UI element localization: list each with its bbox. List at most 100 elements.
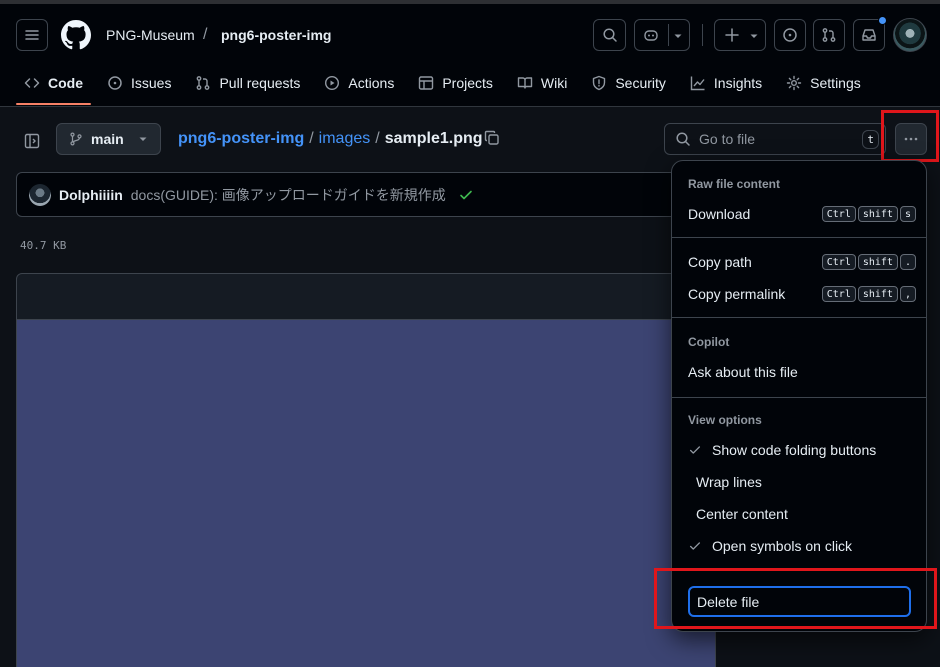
menu-item-label: Wrap lines xyxy=(696,474,762,490)
copy-path-icon[interactable] xyxy=(484,130,500,146)
branch-icon xyxy=(70,132,82,146)
tab-actions[interactable]: Actions xyxy=(316,66,402,100)
file-breadcrumb: png6-poster-img / images / sample1.png xyxy=(178,130,483,148)
key: shift xyxy=(857,286,898,302)
tab-security[interactable]: Security xyxy=(583,66,674,100)
copilot-icon xyxy=(644,30,658,41)
user-avatar[interactable] xyxy=(893,18,927,52)
shortcut-keys: Ctrl shift , xyxy=(820,286,916,302)
global-header: PNG-Museum / png6-poster-img Code Issues xyxy=(0,0,940,107)
menu-item-label: Copy permalink xyxy=(688,286,786,302)
menu-group-title: Copilot xyxy=(688,335,730,349)
menu-item-copy-path[interactable]: Copy path Ctrl shift . xyxy=(688,250,916,274)
issue-icon xyxy=(108,76,122,90)
tab-wiki[interactable]: Wiki xyxy=(509,66,575,100)
code-icon xyxy=(24,78,40,88)
menu-divider xyxy=(672,237,926,238)
menu-item-label: Download xyxy=(688,206,751,222)
key: . xyxy=(899,254,916,270)
tab-pull-requests[interactable]: Pull requests xyxy=(187,66,308,100)
go-to-file-placeholder: Go to file xyxy=(699,131,756,147)
issues-button[interactable] xyxy=(774,19,806,51)
file-options-menu: Raw file content Download Ctrl shift s C… xyxy=(671,160,927,632)
image-preview xyxy=(17,319,715,667)
chevron-down-icon[interactable] xyxy=(673,31,683,41)
author-avatar[interactable] xyxy=(29,183,51,206)
key: shift xyxy=(857,254,898,270)
hamburger-icon xyxy=(25,30,39,40)
tab-code[interactable]: Code xyxy=(16,66,91,105)
check-icon[interactable] xyxy=(458,187,474,203)
highlight-box-delete-file xyxy=(654,568,937,629)
hamburger-menu-button[interactable] xyxy=(16,19,48,51)
menu-item-show-code-folding[interactable]: Show code folding buttons xyxy=(688,438,916,462)
tab-label: Issues xyxy=(131,75,172,91)
tab-label: Settings xyxy=(810,75,861,91)
repo-link[interactable]: png6-poster-img xyxy=(221,27,331,43)
menu-item-label: Copy path xyxy=(688,254,752,270)
key: , xyxy=(899,286,916,302)
file-tree-toggle-button[interactable] xyxy=(18,127,46,155)
file-viewer xyxy=(16,273,716,667)
inbox-button[interactable] xyxy=(853,16,887,51)
tab-settings[interactable]: Settings xyxy=(778,66,869,100)
create-new-button[interactable] xyxy=(714,19,766,51)
breadcrumb-repo-link[interactable]: png6-poster-img xyxy=(178,130,304,148)
pull-requests-button[interactable] xyxy=(813,19,845,51)
go-to-file-input[interactable]: Go to file t xyxy=(664,123,886,155)
menu-item-copy-permalink[interactable]: Copy permalink Ctrl shift , xyxy=(688,282,916,306)
tab-label: Code xyxy=(48,75,83,91)
menu-item-label: Show code folding buttons xyxy=(712,442,877,458)
search-button[interactable] xyxy=(593,19,626,51)
menu-item-download[interactable]: Download Ctrl shift s xyxy=(688,202,916,226)
breadcrumb-current-file: sample1.png xyxy=(384,130,483,147)
key: s xyxy=(899,206,916,222)
menu-item-wrap-lines[interactable]: Wrap lines xyxy=(696,470,916,494)
key: Ctrl xyxy=(821,206,856,222)
graph-icon xyxy=(690,76,705,91)
tab-label: Pull requests xyxy=(219,75,301,91)
pull-request-icon xyxy=(822,28,836,42)
menu-divider xyxy=(672,317,926,318)
breadcrumb-separator: / xyxy=(375,130,380,147)
notification-dot xyxy=(878,16,887,25)
shortcut-keys: Ctrl shift . xyxy=(820,254,916,270)
chevron-down-icon xyxy=(750,34,758,38)
tab-projects[interactable]: Projects xyxy=(410,66,501,100)
tab-label: Security xyxy=(615,75,666,91)
play-icon xyxy=(325,75,340,91)
pull-request-icon xyxy=(197,76,210,90)
menu-item-label: Center content xyxy=(696,506,788,522)
key: shift xyxy=(857,206,898,222)
shortcut-keys: Ctrl shift s xyxy=(820,206,916,222)
menu-group-title: Raw file content xyxy=(688,177,781,191)
tab-insights[interactable]: Insights xyxy=(682,66,770,100)
repo-nav-tabs: Code Issues Pull requests Actions Projec… xyxy=(16,66,877,106)
highlight-box-more-options xyxy=(881,110,939,162)
chevron-down-icon xyxy=(139,137,147,141)
sidebar-expand-icon xyxy=(24,133,40,149)
menu-item-center-content[interactable]: Center content xyxy=(696,502,916,526)
org-link[interactable]: PNG-Museum xyxy=(106,27,195,43)
menu-item-label: Open symbols on click xyxy=(712,538,853,554)
menu-item-open-symbols[interactable]: Open symbols on click xyxy=(688,534,916,558)
breadcrumb-separator: / xyxy=(203,26,208,43)
breadcrumb-folder-link[interactable]: images xyxy=(319,130,371,148)
shortcut-key: t xyxy=(862,130,879,149)
check-icon xyxy=(689,542,701,550)
search-icon xyxy=(676,132,690,146)
key: Ctrl xyxy=(821,254,856,270)
tab-label: Wiki xyxy=(540,75,568,91)
breadcrumb-separator: / xyxy=(309,130,314,147)
branch-selector-button[interactable]: main xyxy=(56,123,161,155)
menu-divider xyxy=(672,397,926,398)
search-icon xyxy=(602,28,617,42)
plus-icon xyxy=(725,28,739,42)
github-logo-icon[interactable] xyxy=(61,20,91,50)
commit-author[interactable]: Dolphiiiin xyxy=(59,187,123,203)
copilot-button[interactable] xyxy=(634,19,690,51)
commit-message[interactable]: docs(GUIDE): 画像アップロードガイドを新規作成 xyxy=(131,185,446,205)
shield-icon xyxy=(593,75,606,91)
menu-item-ask-copilot[interactable]: Ask about this file xyxy=(688,360,916,384)
tab-issues[interactable]: Issues xyxy=(99,66,179,100)
